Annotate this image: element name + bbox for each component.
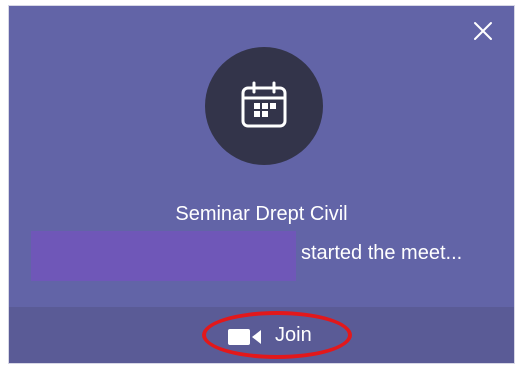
meeting-started-toast: Seminar Drept Civil started the meet... …: [8, 5, 515, 364]
join-button[interactable]: Join: [202, 311, 352, 359]
video-camera-icon: [228, 329, 261, 345]
meeting-avatar: [205, 47, 323, 165]
calendar-icon: [241, 81, 287, 128]
close-icon: [474, 22, 492, 40]
meeting-title: Seminar Drept Civil: [175, 203, 348, 225]
redacted-organizer-name: [31, 231, 296, 281]
action-bar: Join: [9, 307, 514, 363]
join-label: Join: [275, 324, 312, 346]
close-button[interactable]: [472, 20, 494, 42]
meeting-status-text: started the meet...: [301, 242, 463, 264]
